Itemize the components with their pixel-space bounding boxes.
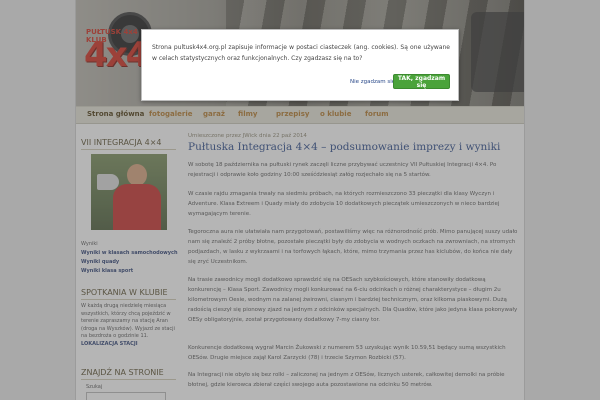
cookie-overlay: Strona pultusk4x4.org.pl zapisuje inform… [0,0,600,400]
cookie-deny-button[interactable]: Nie zgadzam się [350,79,395,85]
cookie-message: Strona pultusk4x4.org.pl zapisuje inform… [152,44,450,62]
cookie-dialog: Strona pultusk4x4.org.pl zapisuje inform… [141,29,459,101]
cookie-accept-button[interactable]: TAK, zgadzam się [393,74,450,89]
